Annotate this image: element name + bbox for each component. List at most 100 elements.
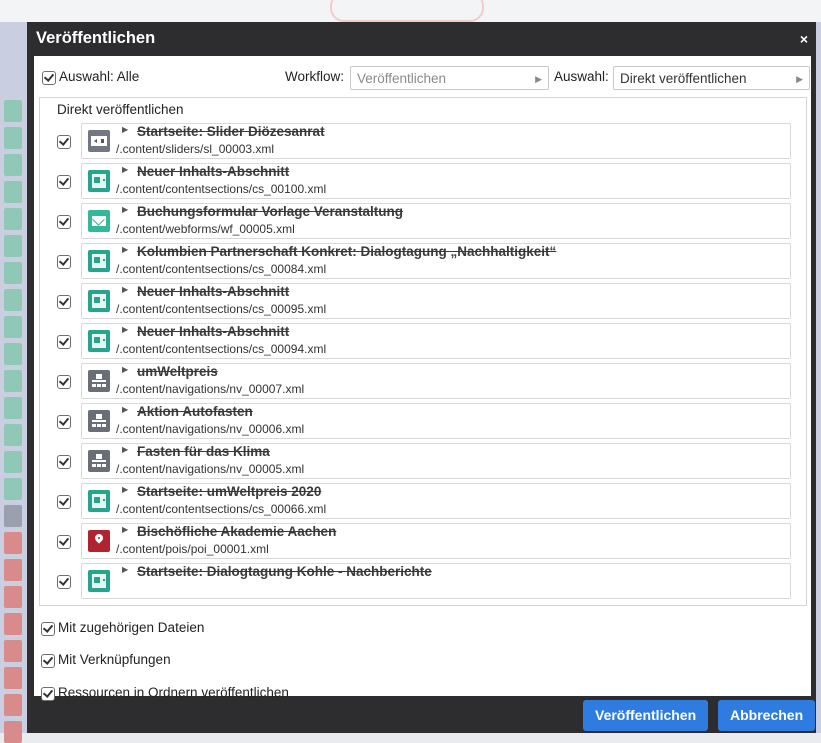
expand-triangle-icon[interactable]: ▶ <box>122 525 128 534</box>
background-row-icon <box>4 397 22 419</box>
list-item-card[interactable]: ▶ Startseite: Slider Diözesanrat /.conte… <box>81 123 791 159</box>
item-checkbox[interactable] <box>57 215 71 229</box>
item-title: umWeltpreis <box>137 364 218 379</box>
background-row-icon <box>4 694 22 716</box>
resource-list[interactable]: Direkt veröffentlichen ▶ Startseite: Sli… <box>39 97 807 606</box>
expand-triangle-icon[interactable]: ▶ <box>122 125 128 134</box>
item-title: Buchungsformular Vorlage Veranstaltung <box>137 204 404 219</box>
background-row-icon <box>4 559 22 581</box>
folder-resources-label: Ressourcen in Ordnern veröffentlichen <box>58 685 289 700</box>
item-checkbox[interactable] <box>57 575 71 589</box>
expand-triangle-icon[interactable]: ▶ <box>122 445 128 454</box>
item-checkbox[interactable] <box>57 375 71 389</box>
list-item: ▶ Neuer Inhalts-Abschnitt /.content/cont… <box>50 283 791 319</box>
list-item-card[interactable]: ▶ Bischöfliche Akademie Aachen /.content… <box>81 523 791 559</box>
expand-triangle-icon[interactable]: ▶ <box>122 565 128 574</box>
item-path: /.content/contentsections/cs_00095.xml <box>116 302 327 316</box>
dialog-content: Auswahl: Alle Workflow: Veröffentlichen … <box>34 56 811 701</box>
background-file-list <box>0 22 30 743</box>
contentsection-icon <box>88 330 110 352</box>
select-all-checkbox[interactable] <box>42 71 56 85</box>
item-title: Startseite: Dialogtagung Kohle - Nachber… <box>137 564 432 579</box>
chevron-right-icon: ▶ <box>796 74 803 84</box>
item-checkbox[interactable] <box>57 495 71 509</box>
expand-triangle-icon[interactable]: ▶ <box>122 165 128 174</box>
item-path: /.content/navigations/nv_00006.xml <box>116 422 305 436</box>
workflow-select[interactable]: Veröffentlichen ▶ <box>350 66 549 90</box>
background-row-icon <box>4 721 22 743</box>
contentsection-icon <box>88 290 110 312</box>
selection-value: Direkt veröffentlichen <box>620 71 747 86</box>
expand-triangle-icon[interactable]: ▶ <box>122 205 128 214</box>
list-item-card[interactable]: ▶ Neuer Inhalts-Abschnitt /.content/cont… <box>81 283 791 319</box>
background-row-icon <box>4 505 22 527</box>
list-item-card[interactable]: ▶ Neuer Inhalts-Abschnitt /.content/cont… <box>81 163 791 199</box>
list-item: ▶ Startseite: Slider Diözesanrat /.conte… <box>50 123 791 159</box>
item-checkbox[interactable] <box>57 455 71 469</box>
background-row-icon <box>4 127 22 149</box>
selection-select[interactable]: Direkt veröffentlichen ▶ <box>613 66 810 90</box>
folder-resources-checkbox[interactable] <box>41 687 55 701</box>
expand-triangle-icon[interactable]: ▶ <box>122 245 128 254</box>
background-row-icon <box>4 586 22 608</box>
list-heading: Direkt veröffentlichen <box>57 102 184 117</box>
list-item-card[interactable]: ▶ Kolumbien Partnerschaft Konkret: Dialo… <box>81 243 791 279</box>
item-checkbox[interactable] <box>57 535 71 549</box>
list-item-card[interactable]: ▶ Aktion Autofasten /.content/navigation… <box>81 403 791 439</box>
publish-dialog: Veröffentlichen × Auswahl: Alle Workflow… <box>27 22 816 733</box>
list-item-card[interactable]: ▶ Startseite: Dialogtagung Kohle - Nachb… <box>81 563 791 599</box>
list-item: ▶ umWeltpreis /.content/navigations/nv_0… <box>50 363 791 399</box>
chevron-right-icon: ▶ <box>535 74 542 84</box>
item-path: /.content/webforms/wf_00005.xml <box>116 222 295 236</box>
cancel-button[interactable]: Abbrechen <box>718 700 816 731</box>
contentsection-icon <box>88 250 110 272</box>
related-files-label: Mit zugehörigen Dateien <box>58 620 205 635</box>
list-item-card[interactable]: ▶ Startseite: umWeltpreis 2020 /.content… <box>81 483 791 519</box>
background-row-icon <box>4 289 22 311</box>
webform-icon <box>88 210 110 232</box>
publish-button[interactable]: Veröffentlichen <box>583 700 709 731</box>
background-row-icon <box>4 370 22 392</box>
item-checkbox[interactable] <box>57 135 71 149</box>
background-app-header <box>0 0 821 22</box>
list-item: ▶ Fasten für das Klima /.content/navigat… <box>50 443 791 479</box>
background-row-icon <box>4 424 22 446</box>
related-files-checkbox[interactable] <box>41 622 55 636</box>
item-title: Neuer Inhalts-Abschnitt <box>137 164 290 179</box>
background-row-icon <box>4 100 22 122</box>
close-icon[interactable]: × <box>800 31 808 47</box>
list-item-card[interactable]: ▶ Neuer Inhalts-Abschnitt /.content/cont… <box>81 323 791 359</box>
list-item-card[interactable]: ▶ Buchungsformular Vorlage Veranstaltung… <box>81 203 791 239</box>
item-checkbox[interactable] <box>57 255 71 269</box>
background-row-icon <box>4 316 22 338</box>
navigation-icon <box>88 410 110 432</box>
item-checkbox[interactable] <box>57 415 71 429</box>
item-path: /.content/contentsections/cs_00100.xml <box>116 182 327 196</box>
expand-triangle-icon[interactable]: ▶ <box>122 285 128 294</box>
list-item: ▶ Neuer Inhalts-Abschnitt /.content/cont… <box>50 323 791 359</box>
background-row-icon <box>4 343 22 365</box>
expand-triangle-icon[interactable]: ▶ <box>122 325 128 334</box>
list-item-card[interactable]: ▶ Fasten für das Klima /.content/navigat… <box>81 443 791 479</box>
navigation-icon <box>88 370 110 392</box>
list-item: ▶ Aktion Autofasten /.content/navigation… <box>50 403 791 439</box>
links-checkbox[interactable] <box>41 654 55 668</box>
item-title: Fasten für das Klima <box>137 444 270 459</box>
list-item-card[interactable]: ▶ umWeltpreis /.content/navigations/nv_0… <box>81 363 791 399</box>
list-item: ▶ Startseite: Dialogtagung Kohle - Nachb… <box>50 563 791 599</box>
navigation-icon <box>88 450 110 472</box>
poi-icon <box>88 530 110 552</box>
item-checkbox[interactable] <box>57 295 71 309</box>
slider-icon <box>88 130 110 152</box>
item-title: Aktion Autofasten <box>137 404 253 419</box>
background-row-icon <box>4 613 22 635</box>
background-row-icon <box>4 181 22 203</box>
list-item: ▶ Startseite: umWeltpreis 2020 /.content… <box>50 483 791 519</box>
expand-triangle-icon[interactable]: ▶ <box>122 405 128 414</box>
background-row-icon <box>4 532 22 554</box>
background-row-icon <box>4 154 22 176</box>
expand-triangle-icon[interactable]: ▶ <box>122 485 128 494</box>
expand-triangle-icon[interactable]: ▶ <box>122 365 128 374</box>
item-checkbox[interactable] <box>57 335 71 349</box>
item-checkbox[interactable] <box>57 175 71 189</box>
